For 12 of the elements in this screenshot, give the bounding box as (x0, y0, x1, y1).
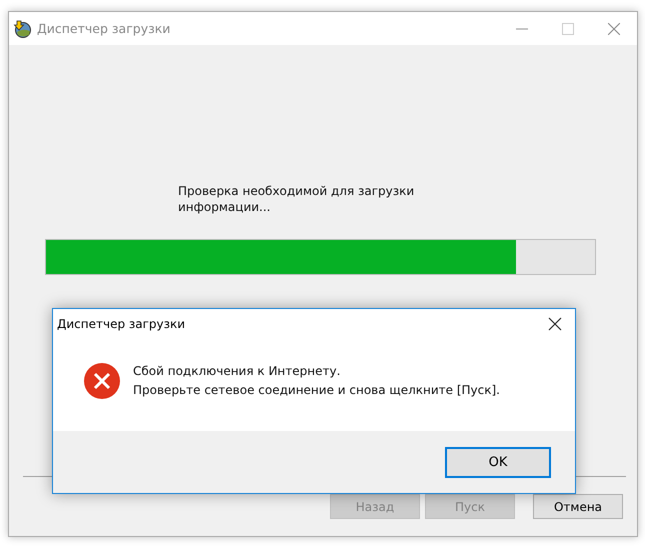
status-text: Проверка необходимой для загрузки информации... (178, 183, 416, 215)
ok-button[interactable]: OK (445, 446, 551, 478)
message-text: Проверьте сетевое соединение и снова щелкните [Пуск]. (133, 382, 500, 399)
dialog-button[interactable]: Отмена (533, 494, 623, 519)
message-text: Сбой подключения к Интернету. (133, 363, 342, 380)
window-title: Диспетчер загрузки (37, 21, 170, 36)
maximize-icon (562, 22, 574, 34)
error-icon (84, 363, 120, 399)
download-globe-icon (13, 20, 31, 38)
close-icon (608, 22, 620, 34)
close-icon (548, 317, 562, 331)
dialog-title: Диспетчер загрузки (57, 317, 186, 331)
